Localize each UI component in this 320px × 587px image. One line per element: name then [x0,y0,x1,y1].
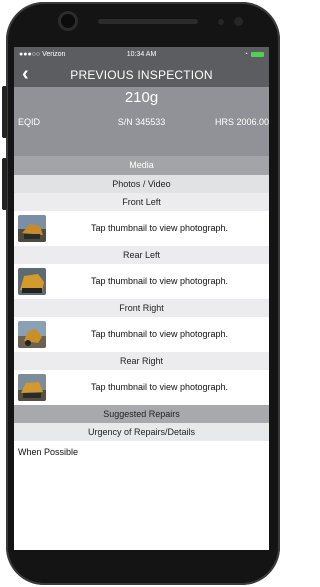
tap-thumbnail-hint: Tap thumbnail to view photograph. [90,382,229,392]
equipment-model: 210g [124,89,159,106]
suggested-repairs-header: Suggested Repairs [14,405,269,423]
photo-thumbnail-front-left[interactable] [18,215,46,242]
volume-down-button [2,158,7,210]
clock: 10:34 AM [126,51,157,58]
photo-row-rear-left: Tap thumbnail to view photograph. [14,264,269,299]
photo-row-front-left: Tap thumbnail to view photograph. [14,211,269,246]
earpiece-speaker [98,19,198,24]
hours-reading: HRS 2006.00 [214,117,269,127]
front-camera [61,14,75,28]
battery-icon [251,52,264,57]
tap-thumbnail-hint: Tap thumbnail to view photograph. [90,329,229,339]
photos-video-header: Photos / Video [14,175,269,193]
divider [14,140,269,156]
media-section-header: Media [14,156,269,175]
volume-up-button [2,86,7,138]
photo-label-rear-left: Rear Left [14,246,269,264]
proximity-sensor [218,19,224,25]
equipment-summary: 210g EQID S/N 345533 HRS 2006.00 [14,87,269,140]
app-screen: ●●●○○ Verizon 10:34 AM ◔ ‹ PREVIOUS INSP… [14,47,269,550]
photo-label-front-left: Front Left [14,193,269,211]
alarm-icon: ◔ [243,51,248,58]
status-icons: ◔ [244,51,264,58]
navigation-bar: ‹ PREVIOUS INSPECTION [14,62,269,87]
photo-row-front-right: Tap thumbnail to view photograph. [14,317,269,352]
photo-thumbnail-rear-right[interactable] [18,374,46,401]
photo-label-rear-right: Rear Right [14,352,269,370]
photo-row-rear-right: Tap thumbnail to view photograph. [14,370,269,405]
urgency-value: When Possible [18,447,79,457]
photo-label-front-right: Front Right [14,299,269,317]
status-bar: ●●●○○ Verizon 10:34 AM ◔ [14,47,269,62]
urgency-header: Urgency of Repairs/Details [14,423,269,441]
page-title: PREVIOUS INSPECTION [70,68,213,82]
ambient-sensor [234,17,243,26]
phone-bottom-bezel [14,550,269,578]
photo-thumbnail-front-right[interactable] [18,321,46,348]
tap-thumbnail-hint: Tap thumbnail to view photograph. [90,223,229,233]
tap-thumbnail-hint: Tap thumbnail to view photograph. [90,276,229,286]
photo-thumbnail-rear-left[interactable] [18,268,46,295]
